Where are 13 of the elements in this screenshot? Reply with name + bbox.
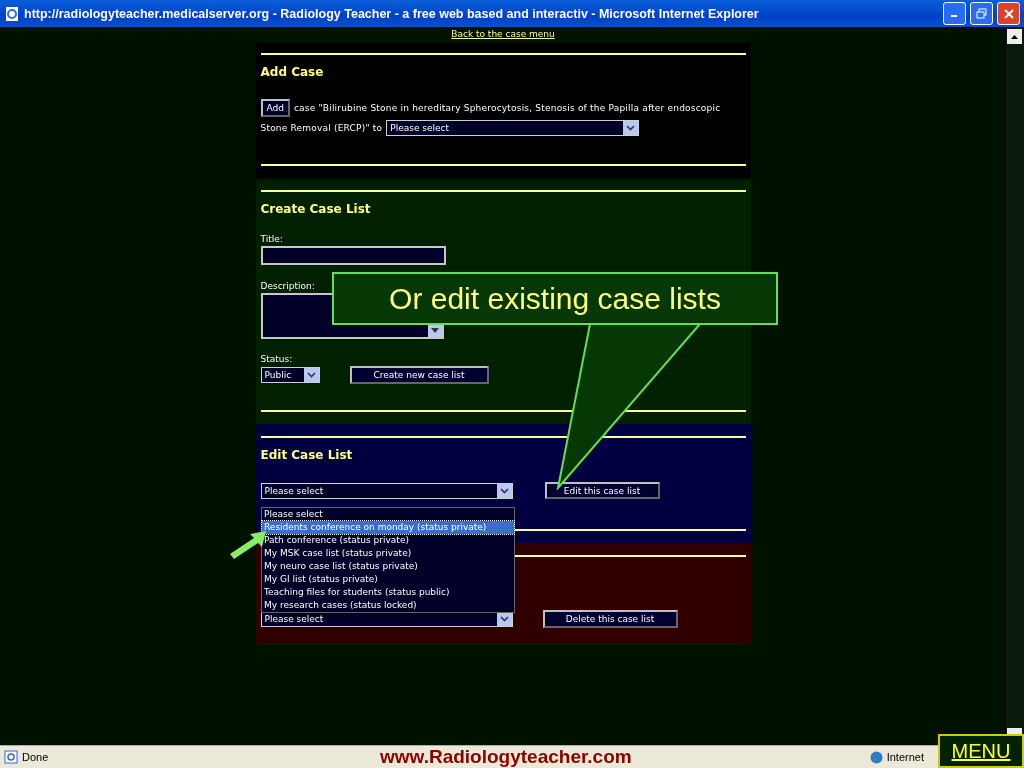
title-label: Title:	[260, 234, 284, 244]
section-heading: Add Case	[260, 65, 325, 79]
section-heading: Create Case List	[260, 202, 372, 216]
case-description: Stone Removal (ERCP)" to	[260, 123, 383, 133]
callout-text: Or edit existing case lists	[389, 281, 721, 316]
description-label: Description:	[260, 281, 316, 291]
status-label: Status:	[260, 354, 294, 364]
site-caption: www.Radiologyteacher.com	[380, 746, 632, 768]
zone-text: Internet	[886, 751, 924, 763]
window-title: http://radiologyteacher.medicalserver.org - Radiology Teacher - a free web based and interactiv - Microsoft Internet Explorer	[24, 6, 760, 21]
case-description: case "Bilirubine Stone in hereditary Spherocytosis, Stenosis of the Papilla after endoscopic	[293, 103, 721, 113]
status-text: Done	[22, 751, 49, 763]
section-heading: Edit Case List	[260, 448, 354, 462]
